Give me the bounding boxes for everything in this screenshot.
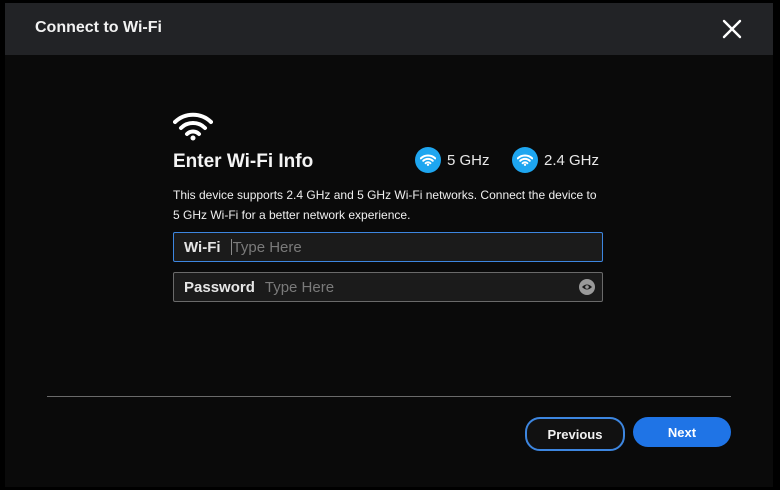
dialog-title: Connect to Wi-Fi [35, 19, 162, 36]
previous-button[interactable]: Previous [525, 417, 625, 451]
next-button[interactable]: Next [633, 417, 731, 447]
close-icon [722, 19, 742, 39]
wifi-24ghz-icon [512, 147, 538, 173]
dialog-titlebar: Connect to Wi-Fi [5, 3, 773, 55]
section-heading: Enter Wi-Fi Info [173, 151, 314, 172]
show-password-button[interactable] [579, 279, 595, 295]
band-5ghz-label: 5 GHz [447, 151, 490, 169]
wifi-dialog: Connect to Wi-Fi Enter Wi-Fi Info 5 GHz … [5, 3, 773, 487]
description-text: This device supports 2.4 GHz and 5 GHz W… [173, 188, 597, 222]
close-button[interactable] [719, 16, 745, 42]
text-caret [230, 239, 232, 255]
footer-divider [47, 396, 731, 397]
password-field: Password [173, 272, 603, 302]
eye-icon [582, 284, 592, 290]
wifi-field: Wi-Fi [173, 232, 603, 262]
password-input[interactable] [264, 278, 579, 296]
band-5ghz: 5 GHz [415, 147, 490, 173]
password-label: Password [184, 278, 255, 296]
wifi-label: Wi-Fi [184, 238, 221, 256]
wifi-input[interactable] [232, 238, 602, 256]
wifi-5ghz-icon [415, 147, 441, 173]
wifi-icon [173, 112, 213, 141]
band-24ghz-label: 2.4 GHz [544, 151, 600, 169]
band-24ghz: 2.4 GHz [512, 147, 599, 173]
